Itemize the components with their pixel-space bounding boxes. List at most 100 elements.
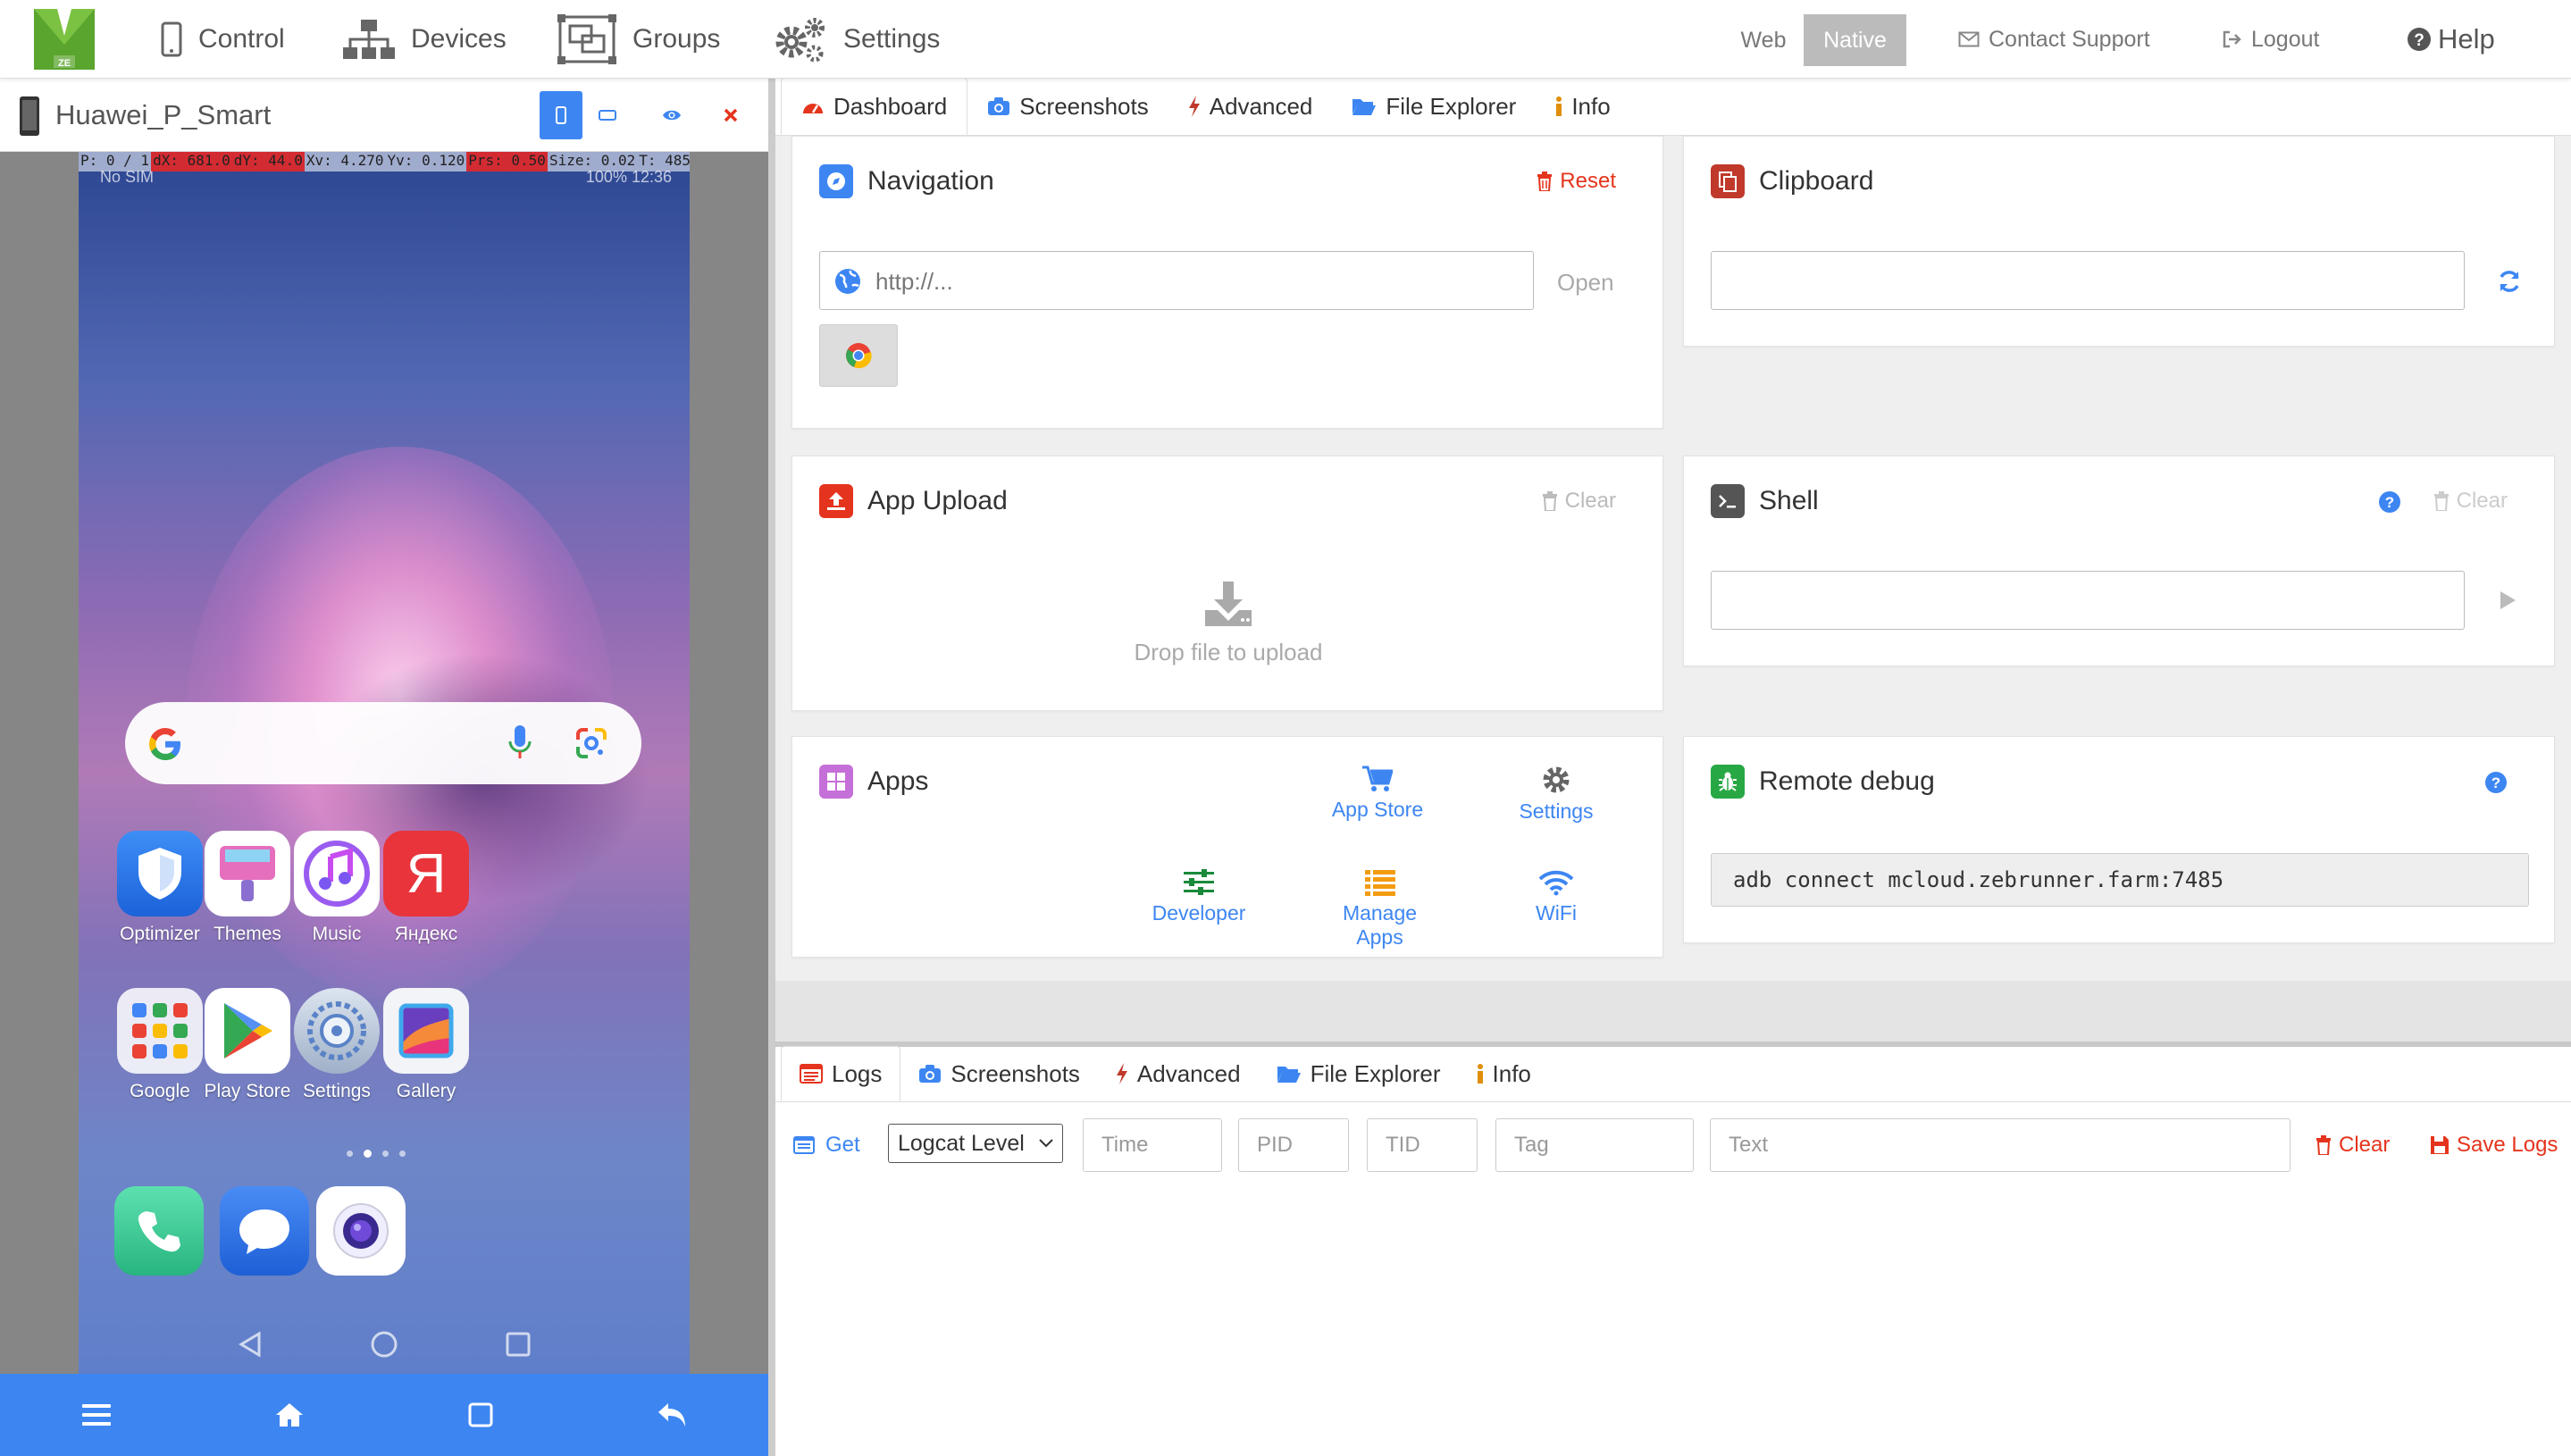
wifi-icon xyxy=(1538,870,1574,896)
tab-logs-label: Logs xyxy=(832,1059,883,1087)
tab-dashboard-label: Dashboard xyxy=(833,92,948,120)
panel-spacer xyxy=(775,981,2571,1042)
app-upload-title-label: App Upload xyxy=(867,486,1008,515)
app-gallery[interactable]: Gallery xyxy=(368,988,484,1102)
folder-open-icon xyxy=(1352,99,1377,115)
zebrunner-logo[interactable]: ZE xyxy=(34,9,95,70)
app-yandex[interactable]: Я Яндекс xyxy=(368,831,484,945)
logs-tab-advanced[interactable]: Advanced xyxy=(1098,1046,1259,1101)
open-chrome-button[interactable] xyxy=(819,324,898,387)
svg-text:ZE: ZE xyxy=(58,58,71,69)
logs-tab-screenshots[interactable]: Screenshots xyxy=(900,1046,1098,1101)
debug-xv: Xv: 4.270 xyxy=(304,152,386,172)
clear-logs-button[interactable]: Clear xyxy=(2316,1133,2390,1158)
logs-tab-file-explorer[interactable]: File Explorer xyxy=(1259,1046,1459,1101)
logcat-level-select[interactable]: Logcat Level xyxy=(888,1124,1063,1163)
landscape-button[interactable] xyxy=(586,91,629,139)
pane-divider[interactable] xyxy=(768,79,775,1456)
contact-support-link[interactable]: Contact Support xyxy=(1958,0,2150,79)
debug-yv: Yv: 0.120 xyxy=(385,152,467,172)
tid-filter-input[interactable]: TID xyxy=(1367,1118,1478,1172)
manage-apps-button[interactable]: Manage Apps xyxy=(1319,869,1440,950)
tab-screenshots-label: Screenshots xyxy=(1019,92,1149,120)
app-switch-icon[interactable] xyxy=(468,1402,493,1427)
pid-filter-input[interactable]: PID xyxy=(1238,1118,1349,1172)
tab-file-explorer[interactable]: File Explorer xyxy=(1332,78,1536,135)
shell-clear-label: Clear xyxy=(2456,489,2508,513)
developer-button[interactable]: Developer xyxy=(1141,869,1257,925)
app-upload-clear-button[interactable]: Clear xyxy=(1542,481,1616,521)
remote-debug-help-icon[interactable]: ? xyxy=(2484,771,2508,794)
phone-back-icon[interactable] xyxy=(238,1331,263,1358)
phone-home-icon[interactable] xyxy=(370,1330,398,1359)
phone-recents-icon[interactable] xyxy=(506,1332,531,1357)
tab-logs[interactable]: Logs xyxy=(781,1046,901,1101)
nav-control[interactable]: Control xyxy=(161,0,285,79)
sitemap-icon xyxy=(343,20,395,59)
google-lens-icon[interactable] xyxy=(575,727,607,759)
microphone-icon[interactable] xyxy=(507,724,532,763)
open-url-button[interactable]: Open xyxy=(1557,269,1614,297)
home-icon[interactable] xyxy=(274,1402,305,1428)
help-label: Help xyxy=(2438,23,2495,54)
svg-text:?: ? xyxy=(2385,494,2394,511)
nav-settings[interactable]: Settings xyxy=(772,0,940,79)
drop-file-label: Drop file to upload xyxy=(1134,639,1323,665)
navigation-reset-button[interactable]: Reset xyxy=(1537,162,1616,201)
adb-connect-command[interactable]: adb connect mcloud.zebrunner.farm:7485 xyxy=(1711,853,2529,907)
view-only-button[interactable] xyxy=(650,91,693,139)
close-device-button[interactable] xyxy=(709,91,752,139)
back-icon[interactable] xyxy=(657,1402,687,1428)
menu-icon[interactable] xyxy=(81,1402,111,1427)
url-input[interactable]: http://... xyxy=(819,251,1534,310)
remote-debug-title-label: Remote debug xyxy=(1759,766,1935,796)
mobile-portrait-icon xyxy=(556,106,566,124)
globe-icon xyxy=(835,269,860,294)
tag-filter-input[interactable]: Tag xyxy=(1495,1118,1694,1172)
portrait-button[interactable] xyxy=(540,91,582,139)
google-search-widget[interactable] xyxy=(125,702,641,784)
navigation-title: Navigation xyxy=(819,162,994,201)
shell-input[interactable] xyxy=(1711,571,2465,630)
contact-support-label: Contact Support xyxy=(1989,26,2150,52)
tab-info[interactable]: Info xyxy=(1536,78,1629,135)
logs-tab-info[interactable]: Info xyxy=(1459,1046,1549,1101)
help-link[interactable]: ? Help xyxy=(2408,0,2495,79)
refresh-icon[interactable] xyxy=(2497,269,2522,294)
dock-messages[interactable] xyxy=(220,1186,309,1276)
trash-icon xyxy=(1542,491,1557,511)
mode-web-button[interactable]: Web xyxy=(1724,14,1803,66)
run-icon[interactable] xyxy=(2499,590,2517,610)
drop-zone[interactable]: Drop file to upload xyxy=(792,582,1664,666)
get-logs-button[interactable]: Get xyxy=(793,1133,860,1158)
shell-clear-button[interactable]: Clear xyxy=(2433,481,2508,521)
dock-camera[interactable] xyxy=(316,1186,406,1276)
camera-icon xyxy=(333,1203,389,1259)
phone-call-icon xyxy=(138,1211,180,1252)
remote-debug-title: Remote debug xyxy=(1711,762,1935,801)
wifi-button[interactable]: WiFi xyxy=(1498,869,1614,925)
tab-file-explorer-label: File Explorer xyxy=(1386,92,1517,120)
download-icon xyxy=(1205,582,1252,626)
device-screen[interactable]: No SIM 100% 12:36 P: 0 / 1 dX: 681.0 dY:… xyxy=(79,152,690,1445)
app-store-button[interactable]: App Store xyxy=(1319,766,1436,822)
sliders-icon xyxy=(1184,869,1214,895)
tab-dashboard[interactable]: Dashboard xyxy=(781,78,968,135)
tab-advanced[interactable]: Advanced xyxy=(1168,78,1333,135)
nav-devices[interactable]: Devices xyxy=(343,0,507,79)
dock-phone[interactable] xyxy=(114,1186,204,1276)
save-logs-label: Save Logs xyxy=(2457,1133,2558,1157)
time-filter-input[interactable]: Time xyxy=(1083,1118,1222,1172)
nav-groups[interactable]: Groups xyxy=(557,0,720,79)
logout-link[interactable]: Logout xyxy=(2223,0,2319,79)
shell-help-icon[interactable]: ? xyxy=(2378,490,2401,514)
save-logs-button[interactable]: Save Logs xyxy=(2430,1133,2558,1158)
bolt-icon xyxy=(1116,1063,1127,1084)
text-filter-input[interactable]: Text xyxy=(1710,1118,2290,1172)
mode-native-button[interactable]: Native xyxy=(1804,14,1906,66)
clipboard-input[interactable] xyxy=(1711,251,2465,310)
tab-screenshots[interactable]: Screenshots xyxy=(967,78,1168,135)
nav-devices-label: Devices xyxy=(411,24,507,54)
upload-icon xyxy=(819,484,853,518)
apps-settings-button[interactable]: Settings xyxy=(1498,766,1614,824)
